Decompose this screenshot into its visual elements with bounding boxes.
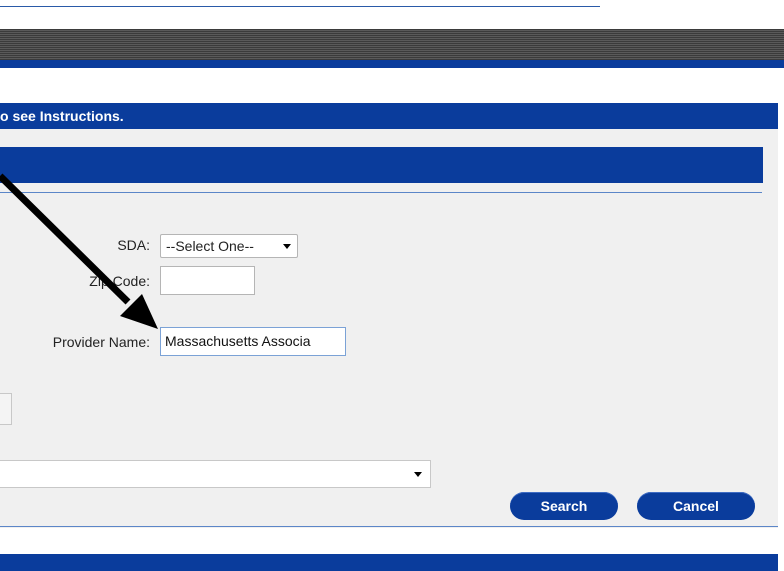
- zip-code-input[interactable]: [160, 266, 255, 295]
- wide-dropdown[interactable]: [0, 460, 431, 488]
- chevron-down-icon: [283, 244, 291, 249]
- header-band: [0, 29, 784, 60]
- zip-code-label: Zip Code:: [89, 273, 150, 289]
- search-button[interactable]: Search: [510, 492, 618, 520]
- instructions-bar[interactable]: o see Instructions.: [0, 103, 778, 129]
- top-divider: [0, 6, 600, 7]
- sda-label: SDA:: [117, 237, 150, 253]
- section-header-bar: [0, 147, 763, 183]
- sda-selected-value: --Select One--: [166, 238, 254, 254]
- footer-bar: [0, 554, 778, 571]
- chevron-down-icon: [414, 472, 422, 477]
- partial-field[interactable]: [0, 393, 12, 425]
- sda-select[interactable]: --Select One--: [160, 234, 298, 258]
- section-divider: [0, 192, 762, 193]
- instructions-text[interactable]: o see Instructions.: [0, 108, 124, 124]
- header-accent-strip: [0, 60, 784, 68]
- cancel-button[interactable]: Cancel: [637, 492, 755, 520]
- search-form-panel: o see Instructions. SDA: --Select One-- …: [0, 103, 778, 528]
- form-bottom-divider: [0, 526, 778, 527]
- provider-name-input[interactable]: Massachusetts Associa: [160, 327, 346, 356]
- provider-name-label: Provider Name:: [52, 334, 150, 350]
